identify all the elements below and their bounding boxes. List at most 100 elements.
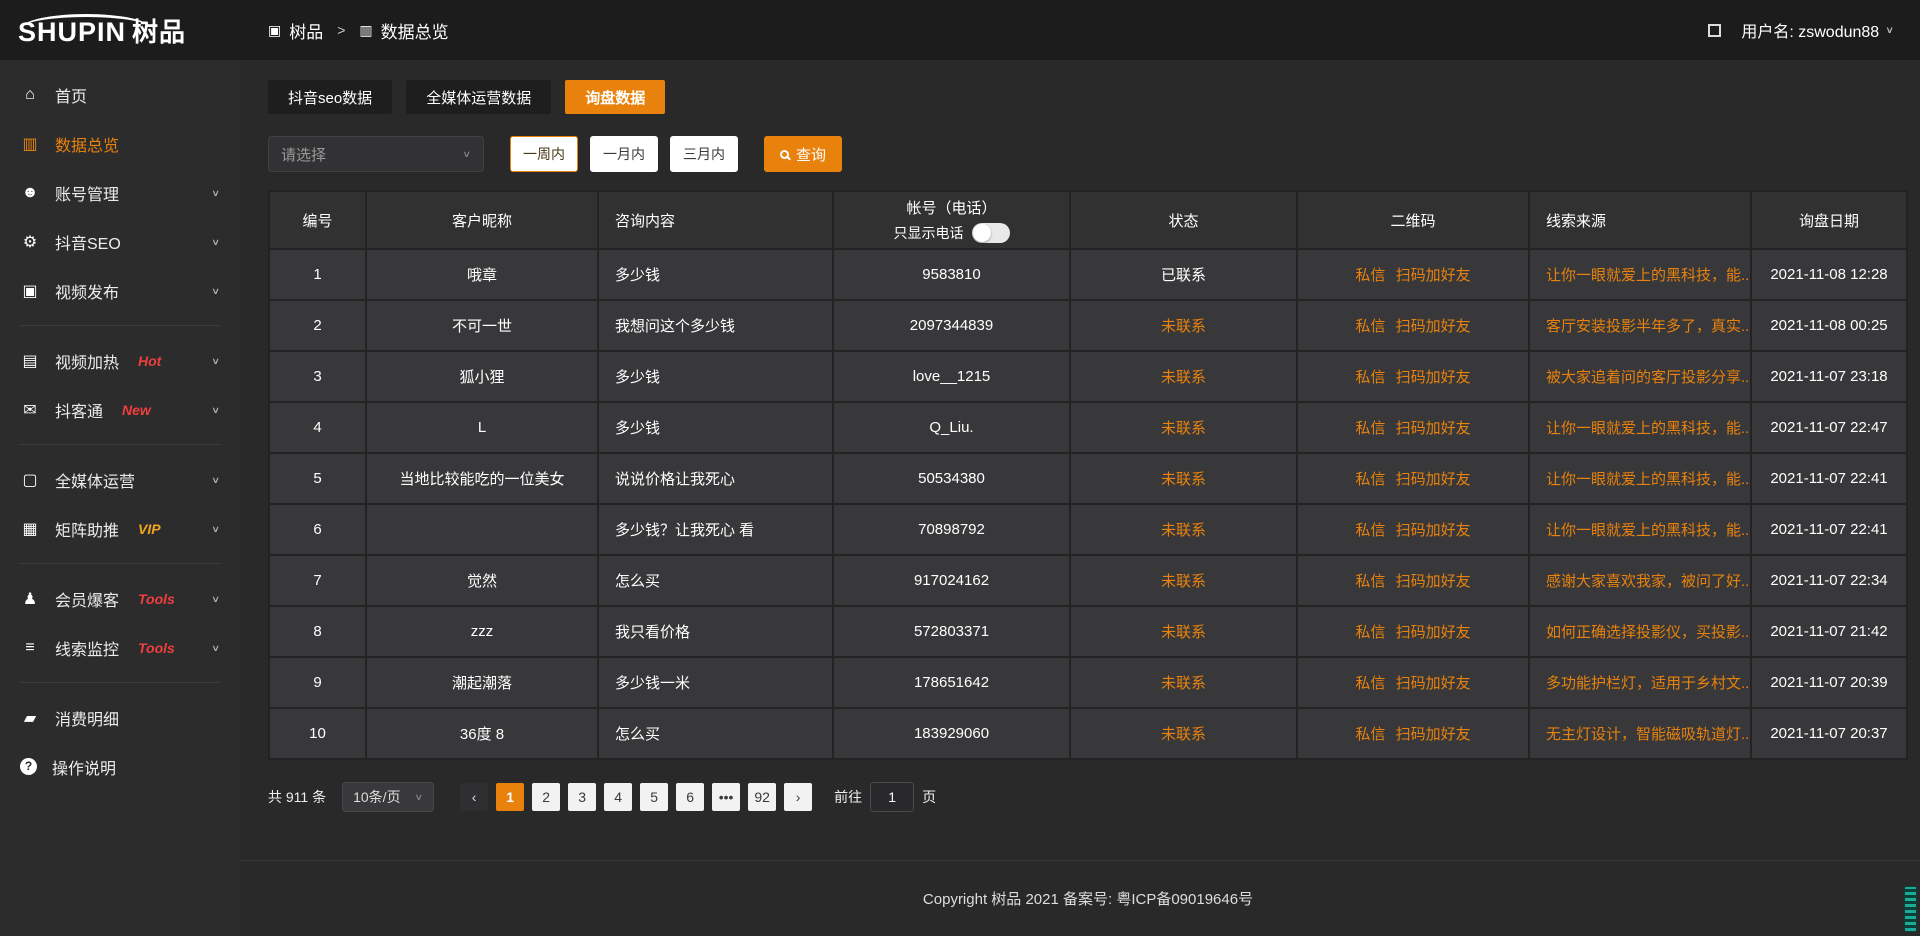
- scan-add-friend-link[interactable]: 扫码加好友: [1396, 675, 1471, 692]
- source-link[interactable]: 被大家追着问的客厅投影分享...: [1546, 369, 1750, 386]
- scan-add-friend-link[interactable]: 扫码加好友: [1396, 624, 1471, 641]
- breadcrumb-app[interactable]: 树品: [289, 18, 323, 43]
- floating-widget[interactable]: [1904, 886, 1917, 932]
- tab[interactable]: 全媒体运营数据: [406, 80, 551, 114]
- page-button[interactable]: 1: [496, 783, 524, 811]
- matrix-boost-icon: ▦: [20, 519, 40, 539]
- chevron-down-icon: ∨: [211, 236, 220, 247]
- tab[interactable]: 询盘数据: [565, 80, 665, 114]
- page-button[interactable]: 2: [532, 783, 560, 811]
- period-button[interactable]: 一周内: [510, 136, 578, 172]
- app-icon: ▣: [268, 22, 281, 39]
- cell-no: 10: [270, 709, 365, 758]
- source-link[interactable]: 无主灯设计，智能磁吸轨道灯...: [1546, 726, 1750, 743]
- page-button[interactable]: 4: [604, 783, 632, 811]
- source-link[interactable]: 让你一眼就爱上的黑科技，能...: [1546, 420, 1750, 437]
- next-page-button[interactable]: ›: [784, 783, 812, 811]
- cell-no: 3: [270, 352, 365, 401]
- sidebar-item[interactable]: ▢ 全媒体运营 ∨: [0, 455, 240, 504]
- sidebar-item[interactable]: ⌂ 首页: [0, 70, 240, 119]
- scan-add-friend-link[interactable]: 扫码加好友: [1396, 318, 1471, 335]
- cell-no: 9: [270, 658, 365, 707]
- chevron-down-icon: ∨: [211, 187, 220, 198]
- status-badge: 未联系: [1161, 420, 1206, 437]
- cell-nickname: 哦章: [367, 250, 597, 299]
- private-message-link[interactable]: 私信: [1355, 522, 1385, 539]
- scan-add-friend-link[interactable]: 扫码加好友: [1396, 726, 1471, 743]
- cell-date: 2021-11-07 20:39: [1752, 658, 1906, 707]
- sidebar-item-label: 视频发布: [55, 279, 119, 303]
- search-button[interactable]: 查询: [764, 136, 842, 172]
- data-overview-icon: ▥: [20, 134, 40, 154]
- cell-content: 怎么买: [599, 709, 832, 758]
- status-badge: 未联系: [1161, 573, 1206, 590]
- cell-status: 未联系: [1071, 709, 1296, 758]
- scan-add-friend-link[interactable]: 扫码加好友: [1396, 522, 1471, 539]
- source-link[interactable]: 让你一眼就爱上的黑科技，能...: [1546, 471, 1750, 488]
- fullscreen-icon[interactable]: [1708, 24, 1721, 37]
- sidebar-item[interactable]: ▤ 视频加热 Hot ∨: [0, 336, 240, 385]
- private-message-link[interactable]: 私信: [1355, 318, 1385, 335]
- private-message-link[interactable]: 私信: [1355, 675, 1385, 692]
- private-message-link[interactable]: 私信: [1355, 267, 1385, 284]
- source-link[interactable]: 让你一眼就爱上的黑科技，能...: [1546, 522, 1750, 539]
- cell-nickname: 当地比较能吃的一位美女: [367, 454, 597, 503]
- cell-source: 客厅安装投影半年多了，真实...: [1530, 301, 1750, 350]
- sidebar-item[interactable]: ⚙ 抖音SEO ∨: [0, 217, 240, 266]
- scan-add-friend-link[interactable]: 扫码加好友: [1396, 267, 1471, 284]
- sidebar-item[interactable]: ? 操作说明: [0, 742, 240, 791]
- cell-content: 我只看价格: [599, 607, 832, 656]
- source-link[interactable]: 客厅安装投影半年多了，真实...: [1546, 318, 1750, 335]
- cell-content: 多少钱: [599, 250, 832, 299]
- chevron-down-icon: ∨: [414, 792, 423, 803]
- user-menu[interactable]: 用户名: zswodun88 ∨: [1741, 18, 1894, 42]
- period-button[interactable]: 三月内: [670, 136, 738, 172]
- private-message-link[interactable]: 私信: [1355, 420, 1385, 437]
- period-button[interactable]: 一月内: [590, 136, 658, 172]
- sidebar-item[interactable]: ≡ 线索监控 Tools ∨: [0, 623, 240, 672]
- page-button[interactable]: •••: [712, 783, 740, 811]
- scan-add-friend-link[interactable]: 扫码加好友: [1396, 573, 1471, 590]
- scan-add-friend-link[interactable]: 扫码加好友: [1396, 471, 1471, 488]
- cell-status: 未联系: [1071, 403, 1296, 452]
- tab[interactable]: 抖音seo数据: [268, 80, 392, 114]
- col-account: 帐号（电话） 只显示电话: [834, 192, 1069, 248]
- logo: SHUPIN树品: [0, 12, 240, 49]
- scan-add-friend-link[interactable]: 扫码加好友: [1396, 369, 1471, 386]
- filter-select[interactable]: 请选择 ∨: [268, 136, 484, 172]
- sidebar-item[interactable]: ▦ 矩阵助推 VIP ∨: [0, 504, 240, 553]
- private-message-link[interactable]: 私信: [1355, 624, 1385, 641]
- page-button[interactable]: 3: [568, 783, 596, 811]
- page-size-select[interactable]: 10条/页 ∨: [342, 782, 434, 812]
- private-message-link[interactable]: 私信: [1355, 369, 1385, 386]
- page-button[interactable]: 6: [676, 783, 704, 811]
- scan-add-friend-link[interactable]: 扫码加好友: [1396, 420, 1471, 437]
- source-link[interactable]: 感谢大家喜欢我家，被问了好...: [1546, 573, 1750, 590]
- source-link[interactable]: 多功能护栏灯，适用于乡村文...: [1546, 675, 1750, 692]
- sidebar-item-label: 视频加热: [55, 349, 119, 373]
- sidebar-item[interactable]: ☻ 账号管理 ∨: [0, 168, 240, 217]
- sidebar-item[interactable]: ▥ 数据总览: [0, 119, 240, 168]
- private-message-link[interactable]: 私信: [1355, 471, 1385, 488]
- table-row: 5 当地比较能吃的一位美女 说说价格让我死心 50534380 未联系 私信 扫…: [270, 454, 1906, 503]
- source-link[interactable]: 如何正确选择投影仪，买投影...: [1546, 624, 1750, 641]
- data-tabs: 抖音seo数据 全媒体运营数据 询盘数据: [268, 80, 1908, 114]
- private-message-link[interactable]: 私信: [1355, 726, 1385, 743]
- source-link[interactable]: 让你一眼就爱上的黑科技，能...: [1546, 267, 1750, 284]
- search-button-label: 查询: [796, 144, 826, 165]
- cell-source: 让你一眼就爱上的黑科技，能...: [1530, 250, 1750, 299]
- page-button[interactable]: 5: [640, 783, 668, 811]
- sidebar-item[interactable]: ♟ 会员爆客 Tools ∨: [0, 574, 240, 623]
- sidebar-item[interactable]: ▣ 视频发布 ∨: [0, 266, 240, 315]
- sidebar-item-label: 抖客通: [55, 398, 103, 422]
- filter-select-placeholder: 请选择: [281, 144, 326, 165]
- divider: [20, 444, 220, 445]
- sidebar-item[interactable]: ▰ 消费明细: [0, 693, 240, 742]
- prev-page-button[interactable]: ‹: [460, 783, 488, 811]
- cell-qrcode: 私信 扫码加好友: [1298, 454, 1528, 503]
- sidebar-item[interactable]: ✉ 抖客通 New ∨: [0, 385, 240, 434]
- page-jump-input[interactable]: [870, 782, 914, 812]
- phone-only-toggle[interactable]: [972, 223, 1010, 243]
- page-button[interactable]: 92: [748, 783, 776, 811]
- private-message-link[interactable]: 私信: [1355, 573, 1385, 590]
